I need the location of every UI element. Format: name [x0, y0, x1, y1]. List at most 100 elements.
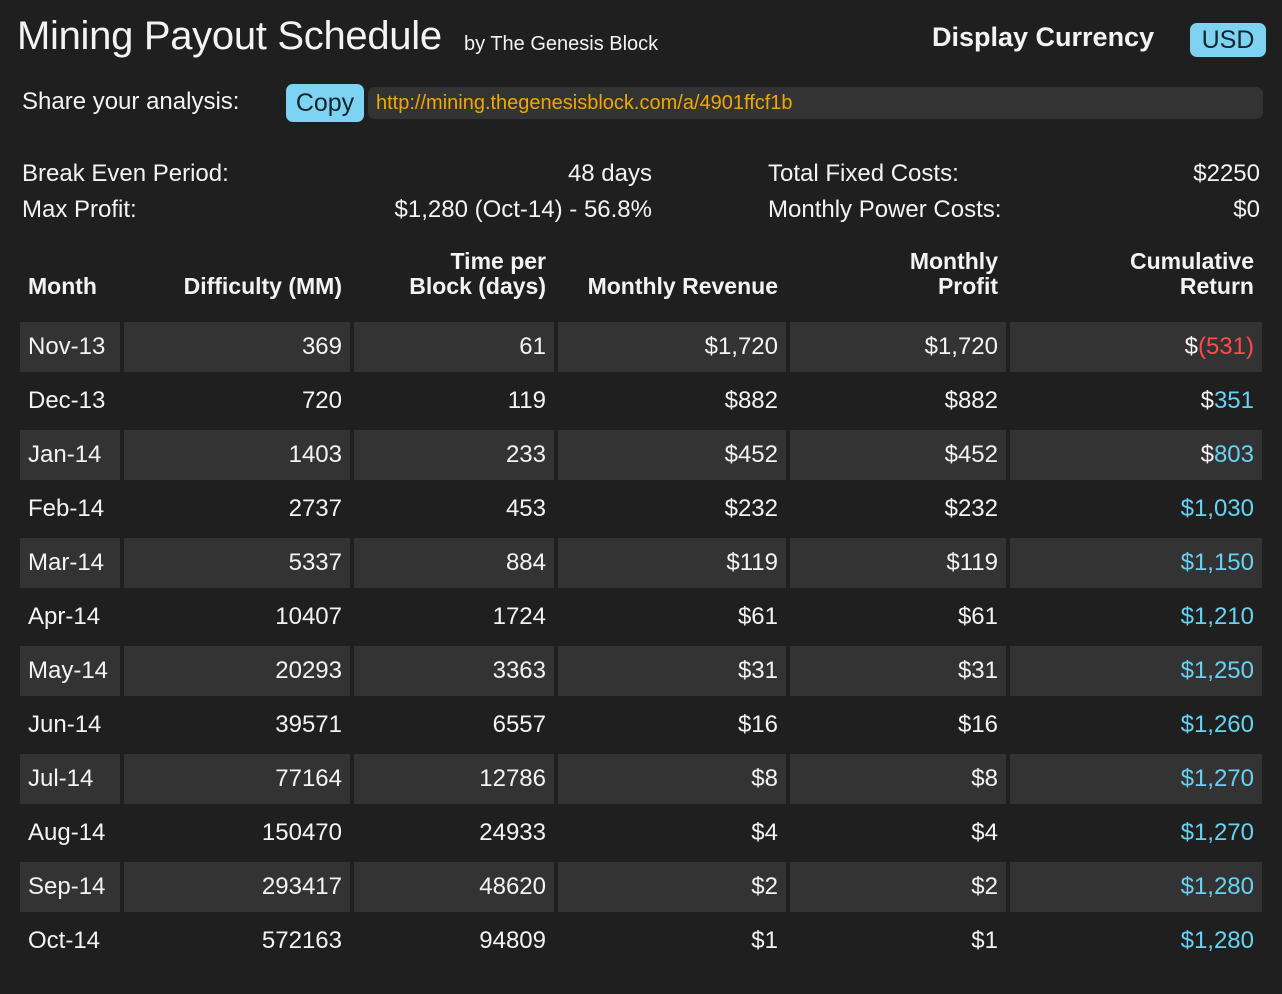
cell-month: Apr-14 — [28, 603, 101, 630]
table-row: Jul-14 77164 12786 $8 $8 $1,270 — [20, 754, 1262, 804]
column-header-time-line1: Time per — [450, 248, 546, 274]
cell-month: Jan-14 — [20, 430, 120, 480]
cell-monthly-profit: $2 — [790, 862, 1006, 912]
cell-difficulty: 572163 — [261, 927, 342, 954]
cumulative-value: $1,280 — [1180, 927, 1254, 954]
cumulative-value: $1,150 — [1180, 549, 1254, 576]
currency-button[interactable]: USD — [1190, 23, 1266, 57]
cell-month: Nov-13 — [20, 322, 120, 372]
cell-cumulative-return: $351 — [1010, 376, 1262, 426]
column-header-monthly-revenue: Monthly Revenue — [587, 273, 778, 299]
cell-difficulty: 20293 — [124, 646, 350, 696]
cell-cumulative-return: $1,280 — [1010, 862, 1262, 912]
cell-time-per-block: 6557 — [492, 711, 546, 738]
cell-cumulative-return: $1,150 — [1010, 538, 1262, 588]
table-row: Aug-14 150470 24933 $4 $4 $1,270 — [20, 808, 1262, 858]
column-header-cumulative-line2: Return — [1179, 273, 1254, 299]
cumulative-value: 351 — [1213, 387, 1254, 414]
column-header-profit-line2: Profit — [937, 273, 998, 299]
column-header-month: Month — [28, 273, 97, 299]
cell-difficulty: 1403 — [124, 430, 350, 480]
table-row: Jun-14 39571 6557 $16 $16 $1,260 — [20, 700, 1262, 750]
cell-difficulty: 293417 — [124, 862, 350, 912]
cell-monthly-revenue: $119 — [558, 538, 786, 588]
cell-difficulty: 720 — [301, 387, 342, 414]
column-header-time-line2: Block (days) — [409, 273, 546, 299]
cell-monthly-revenue: $61 — [737, 603, 778, 630]
mining-payout-page: Mining Payout Schedule by The Genesis Bl… — [0, 0, 1282, 994]
cumulative-value: $1,280 — [1180, 873, 1254, 900]
table-row: Apr-14 10407 1724 $61 $61 $1,210 — [20, 592, 1262, 642]
cumulative-currency-symbol: $ — [1184, 333, 1198, 360]
cell-month: Jul-14 — [20, 754, 120, 804]
cumulative-value: $1,270 — [1180, 765, 1254, 792]
cell-time-per-block: 12786 — [354, 754, 554, 804]
cell-month: Aug-14 — [28, 819, 106, 846]
cell-cumulative-return: $1,260 — [1010, 700, 1262, 750]
cumulative-value: 803 — [1213, 441, 1254, 468]
cell-cumulative-return: $1,210 — [1010, 592, 1262, 642]
cumulative-value: $1,210 — [1180, 603, 1254, 630]
power-costs-value: $0 — [1233, 196, 1260, 223]
cell-time-per-block: 453 — [505, 495, 546, 522]
break-even-value: 48 days — [567, 160, 652, 187]
cell-month: Oct-14 — [28, 927, 101, 954]
cumulative-value: $1,270 — [1180, 819, 1254, 846]
cell-time-per-block: 1724 — [492, 603, 546, 630]
fixed-costs-label: Total Fixed Costs: — [768, 160, 959, 187]
cell-cumulative-return: $1,250 — [1010, 646, 1262, 696]
cell-time-per-block: 233 — [354, 430, 554, 480]
cell-month: Mar-14 — [20, 538, 120, 588]
copy-button[interactable]: Copy — [286, 84, 364, 122]
cell-monthly-profit: $452 — [790, 430, 1006, 480]
cell-cumulative-return: $(531) — [1010, 322, 1262, 372]
cell-monthly-profit: $1,720 — [790, 322, 1006, 372]
cell-cumulative-return: $1,270 — [1010, 808, 1262, 858]
column-header-profit-line1: Monthly — [909, 248, 998, 274]
cell-difficulty: 369 — [124, 322, 350, 372]
cell-time-per-block: 61 — [354, 322, 554, 372]
cell-monthly-profit: $232 — [944, 495, 998, 522]
cell-monthly-revenue: $4 — [751, 819, 778, 846]
page-byline: by The Genesis Block — [464, 33, 659, 55]
cell-difficulty: 150470 — [261, 819, 342, 846]
fixed-costs-value: $2250 — [1193, 160, 1260, 187]
column-header-difficulty: Difficulty (MM) — [183, 273, 342, 299]
cell-cumulative-return: $1,270 — [1010, 754, 1262, 804]
cell-monthly-profit: $119 — [790, 538, 1006, 588]
cell-difficulty: 5337 — [124, 538, 350, 588]
cell-monthly-revenue: $1,720 — [558, 322, 786, 372]
cumulative-value: $1,250 — [1180, 657, 1254, 684]
column-header-cumulative-line1: Cumulative — [1130, 248, 1254, 274]
cell-monthly-revenue: $452 — [558, 430, 786, 480]
table-row: Feb-14 2737 453 $232 $232 $1,030 — [20, 484, 1262, 534]
share-url-field[interactable]: http://mining.thegenesisblock.com/a/4901… — [368, 87, 1263, 119]
page-title: Mining Payout Schedule — [17, 14, 442, 58]
cell-difficulty: 39571 — [275, 711, 342, 738]
max-profit-label: Max Profit: — [22, 196, 137, 223]
cell-cumulative-return: $803 — [1010, 430, 1262, 480]
cell-time-per-block: 48620 — [354, 862, 554, 912]
cumulative-value: (531) — [1197, 333, 1254, 360]
cell-monthly-revenue: $2 — [558, 862, 786, 912]
cell-monthly-revenue: $8 — [558, 754, 786, 804]
power-costs-label: Monthly Power Costs: — [768, 196, 1002, 223]
table-row: Dec-13 720 119 $882 $882 $351 — [20, 376, 1262, 426]
table-row: Mar-14 5337 884 $119 $119 $1,150 — [20, 538, 1262, 588]
cell-monthly-profit: $1 — [971, 927, 998, 954]
cell-monthly-profit: $61 — [957, 603, 998, 630]
cell-monthly-revenue: $31 — [558, 646, 786, 696]
table-row: Oct-14 572163 94809 $1 $1 $1,280 — [20, 916, 1262, 966]
cell-month: Sep-14 — [20, 862, 120, 912]
cell-month: Jun-14 — [28, 711, 102, 738]
cell-time-per-block: 94809 — [479, 927, 546, 954]
column-header-monthly-profit: Monthly Profit — [790, 249, 998, 299]
cell-difficulty: 10407 — [275, 603, 342, 630]
cell-monthly-profit: $8 — [790, 754, 1006, 804]
cell-monthly-revenue: $1 — [751, 927, 778, 954]
cell-time-per-block: 884 — [354, 538, 554, 588]
column-header-cumulative-return: Cumulative Return — [1010, 249, 1254, 299]
cell-monthly-revenue: $232 — [724, 495, 778, 522]
cell-monthly-profit: $31 — [790, 646, 1006, 696]
cumulative-currency-symbol: $ — [1200, 387, 1214, 414]
